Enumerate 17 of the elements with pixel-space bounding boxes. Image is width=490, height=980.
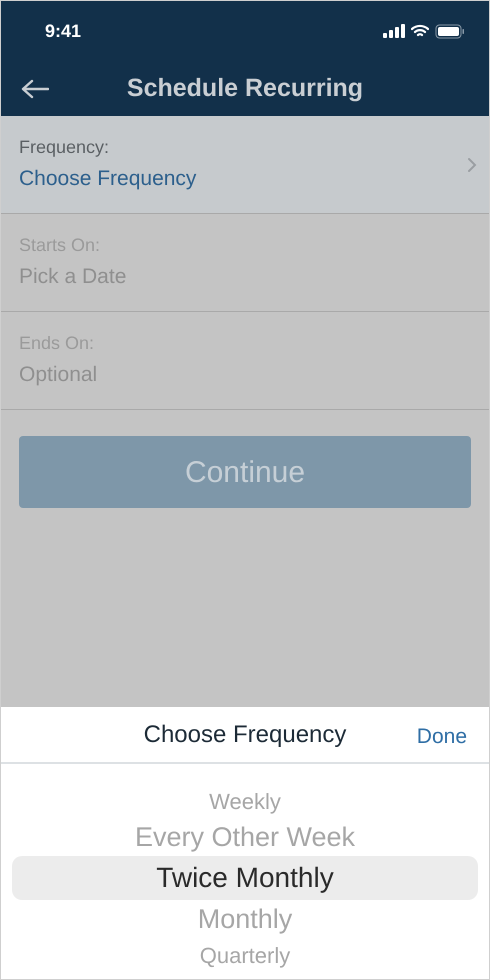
back-arrow-icon: [21, 79, 49, 99]
field-value: Choose Frequency: [19, 166, 196, 192]
picker-option[interactable]: Twice Monthly: [12, 856, 478, 900]
status-time: 9:41: [45, 20, 82, 42]
picker-option[interactable]: Every Other Week: [12, 818, 478, 856]
picker-option[interactable]: Monthly: [12, 900, 478, 938]
battery-icon: [435, 24, 465, 38]
done-button[interactable]: Done: [416, 721, 467, 752]
field-label: Frequency:: [19, 136, 110, 160]
picker-option[interactable]: Quarterly: [12, 938, 478, 972]
signal-icon: [383, 24, 405, 38]
screen-title: Schedule Recurring: [126, 72, 364, 104]
picker-title: Choose Frequency: [144, 720, 346, 750]
picker-option[interactable]: Weekly: [12, 784, 478, 818]
form-row[interactable]: Frequency: Choose Frequency: [1, 116, 489, 214]
chevron-right-icon: [467, 156, 477, 172]
wifi-icon: [411, 24, 429, 38]
